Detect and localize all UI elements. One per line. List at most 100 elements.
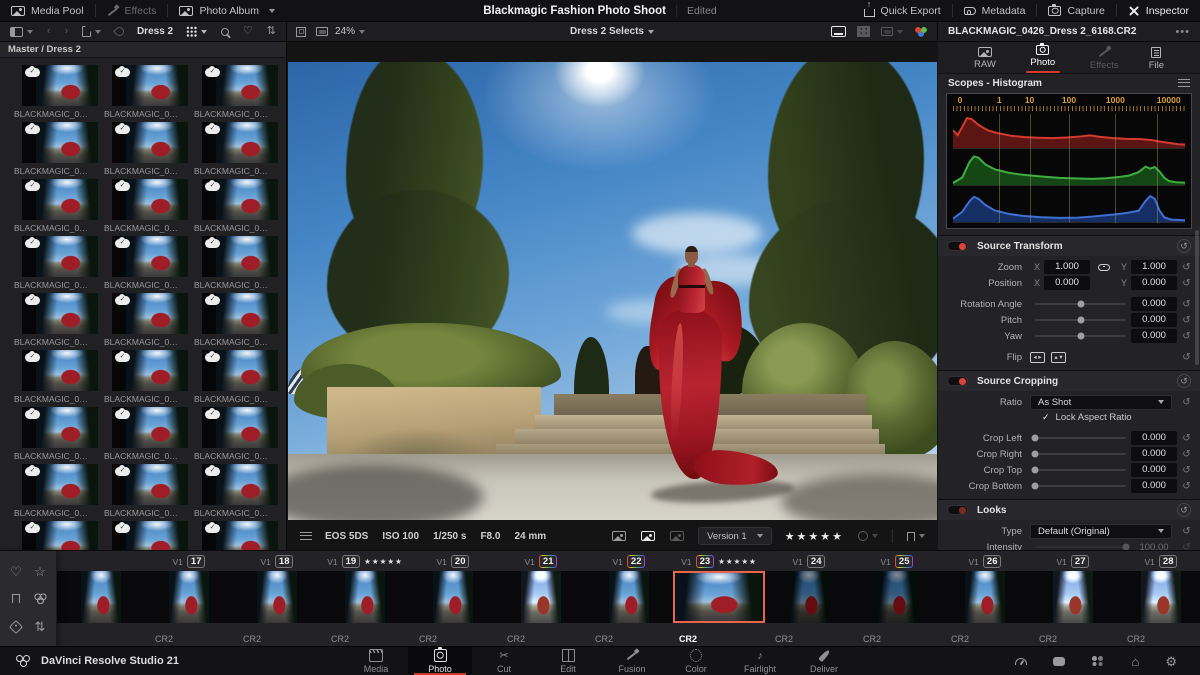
filmstrip-thumbnail[interactable] — [853, 571, 941, 623]
bookmark-icon[interactable] — [11, 594, 21, 604]
inspector-tab[interactable]: Photo — [1026, 42, 1060, 73]
media-item[interactable]: BLACKMAGIC_042... — [8, 234, 98, 291]
star-rating[interactable]: ★★★★★ — [785, 530, 844, 543]
look-type-dropdown[interactable]: Default (Original) — [1030, 523, 1172, 539]
media-thumbnail[interactable] — [112, 122, 188, 163]
media-item[interactable]: BLACKMAGIC_042... — [8, 348, 98, 405]
media-item[interactable]: BLACKMAGIC_042... — [98, 519, 188, 550]
zoom-level[interactable]: 24% — [335, 26, 355, 37]
favorites-filter-button[interactable]: ♡ — [242, 26, 254, 37]
capture-button[interactable]: Capture — [1037, 0, 1115, 21]
ratio-dropdown[interactable]: As Shot — [1030, 394, 1172, 410]
filmstrip-thumbnail[interactable] — [1029, 571, 1117, 623]
media-thumbnail[interactable] — [112, 350, 188, 391]
page-tab[interactable]: Fusion — [600, 647, 664, 675]
x-value-field[interactable]: 1.000 — [1044, 260, 1091, 274]
filmstrip-thumbnail[interactable] — [321, 571, 409, 623]
media-thumbnail[interactable] — [22, 464, 98, 505]
image-reject-button[interactable] — [669, 531, 685, 541]
filmstrip-item[interactable]: V1 22 CR2 — [585, 551, 673, 646]
looks-header[interactable]: Looks ↺ — [938, 500, 1200, 520]
sort-icon[interactable]: ⇅ — [34, 620, 47, 633]
media-item[interactable]: BLACKMAGIC_042... — [188, 519, 278, 550]
media-thumbnail[interactable] — [202, 407, 278, 448]
media-item[interactable]: BLACKMAGIC_042... — [98, 177, 188, 234]
media-item[interactable]: BLACKMAGIC_042... — [8, 405, 98, 462]
keyword-tag-icon[interactable] — [8, 619, 24, 634]
grid-view-toggle-button[interactable] — [856, 26, 871, 37]
value-slider[interactable] — [1035, 437, 1126, 439]
value-field[interactable]: 0.000 — [1131, 431, 1177, 445]
filmstrip-thumbnail[interactable] — [409, 571, 497, 623]
rating-star-icon[interactable]: ☆ — [33, 565, 47, 578]
value-slider[interactable] — [1035, 469, 1126, 471]
media-item[interactable]: BLACKMAGIC_042... — [98, 120, 188, 177]
filmstrip-item[interactable]: V1 18 CR2 — [233, 551, 321, 646]
chat-button[interactable] — [1052, 656, 1066, 666]
media-thumbnail[interactable] — [112, 464, 188, 505]
sort-button[interactable]: ⇅ — [266, 26, 277, 37]
filmstrip-item[interactable]: V1 19 ★★★★★ CR2 — [321, 551, 409, 646]
media-thumbnail[interactable] — [202, 521, 278, 550]
filmstrip-thumbnail[interactable] — [673, 571, 765, 623]
media-item[interactable]: BLACKMAGIC_042... — [188, 63, 278, 120]
settings-button[interactable]: ⚙ — [1164, 655, 1178, 668]
value-field[interactable]: 0.000 — [1131, 329, 1177, 343]
media-thumbnail[interactable] — [202, 293, 278, 334]
inspector-tab[interactable]: Effects — [1090, 44, 1119, 71]
media-thumbnail[interactable] — [22, 350, 98, 391]
value-field[interactable]: 0.000 — [1131, 447, 1177, 461]
reset-icon[interactable]: ↺ — [1179, 262, 1194, 273]
media-thumbnail[interactable] — [22, 65, 98, 106]
reset-icon[interactable]: ↺ — [1179, 465, 1194, 476]
chevron-down-icon[interactable] — [359, 29, 366, 34]
media-thumbnail[interactable] — [202, 236, 278, 277]
options-menu-icon[interactable]: ••• — [1175, 26, 1190, 38]
reset-icon[interactable]: ↺ — [1179, 433, 1194, 444]
filmstrip-thumbnail[interactable] — [57, 571, 145, 623]
section-enable-toggle[interactable] — [947, 376, 968, 386]
source-cropping-header[interactable]: Source Cropping ↺ — [938, 371, 1200, 391]
color-wheels-button[interactable] — [913, 26, 929, 37]
page-tab[interactable]: ♪ Fairlight — [728, 647, 792, 675]
inspector-scrollbar[interactable] — [1195, 230, 1199, 365]
media-item[interactable]: BLACKMAGIC_042... — [188, 291, 278, 348]
value-slider[interactable] — [1035, 303, 1126, 305]
filmstrip-item[interactable]: V1 25 CR2 — [853, 551, 941, 646]
page-tab[interactable]: Media — [344, 647, 408, 675]
lock-aspect-row[interactable]: ✓ Lock Aspect Ratio — [938, 410, 1200, 425]
page-tab[interactable]: Color — [664, 647, 728, 675]
back-button[interactable]: ‹ — [46, 26, 52, 37]
media-item[interactable]: BLACKMAGIC_042... — [188, 405, 278, 462]
reset-icon[interactable]: ↺ — [1179, 397, 1194, 408]
filmstrip-thumbnail[interactable] — [585, 571, 673, 623]
media-item[interactable]: BLACKMAGIC_042... — [8, 291, 98, 348]
page-tab[interactable]: Photo — [408, 646, 472, 675]
media-thumbnail[interactable] — [112, 407, 188, 448]
media-item[interactable]: BLACKMAGIC_042... — [8, 177, 98, 234]
media-thumbnail[interactable] — [112, 65, 188, 106]
filmstrip-item[interactable]: V1 21 CR2 — [497, 551, 585, 646]
grid-view-button[interactable] — [185, 26, 208, 37]
flip-vertical-button[interactable]: ▴ ▾ — [1051, 351, 1066, 363]
section-reset-icon[interactable]: ↺ — [1177, 374, 1191, 388]
value-slider[interactable] — [1035, 335, 1126, 337]
value-slider[interactable] — [1035, 485, 1126, 487]
fit-tool-button[interactable] — [315, 27, 329, 36]
new-bin-button[interactable] — [81, 26, 102, 37]
value-field[interactable]: 0.000 — [1131, 479, 1177, 493]
search-button[interactable] — [220, 27, 230, 36]
inspector-tab[interactable]: File — [1149, 45, 1164, 71]
flag-dropdown[interactable] — [857, 531, 879, 541]
section-enable-toggle[interactable] — [947, 505, 968, 515]
filmstrip-thumbnail[interactable] — [941, 571, 1029, 623]
attach-button[interactable] — [113, 25, 126, 38]
page-tab[interactable]: ✂ Cut — [472, 647, 536, 675]
forward-button[interactable]: › — [64, 26, 70, 37]
reset-icon[interactable]: ↺ — [1179, 278, 1194, 289]
filmstrip-item[interactable]: V1 24 CR2 — [765, 551, 853, 646]
scopes-settings-icon[interactable] — [1178, 78, 1190, 88]
filmstrip-item[interactable]: V1 28 CR2 — [1117, 551, 1200, 646]
media-thumbnail[interactable] — [112, 179, 188, 220]
filmstrip-thumbnail[interactable] — [233, 571, 321, 623]
